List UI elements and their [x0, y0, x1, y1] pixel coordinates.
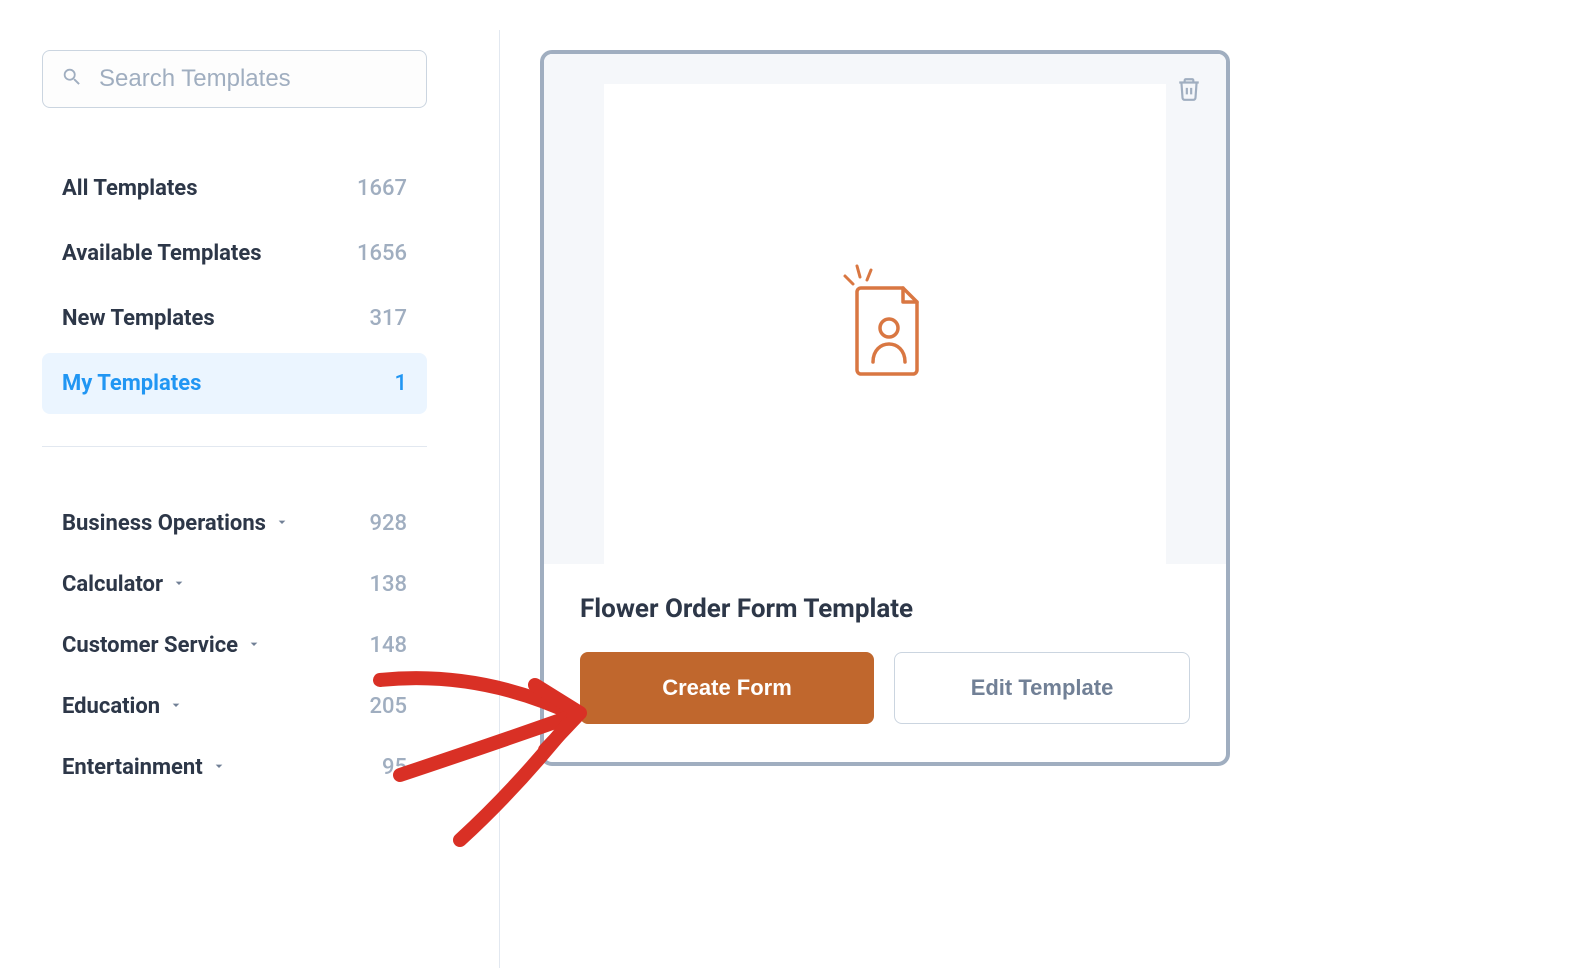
sidebar-divider	[42, 446, 427, 447]
chevron-down-icon	[171, 575, 187, 595]
category-count: 928	[369, 511, 407, 536]
chevron-down-icon	[246, 636, 262, 656]
button-row: Create Form Edit Template	[580, 652, 1190, 724]
template-preview-inner	[604, 84, 1166, 564]
nav-label: My Templates	[62, 371, 201, 396]
trash-icon[interactable]	[1176, 76, 1202, 102]
chevron-down-icon	[211, 758, 227, 778]
nav-count: 317	[369, 306, 407, 331]
category-item-calculator[interactable]: Calculator 138	[42, 556, 427, 613]
category-count: 138	[369, 572, 407, 597]
template-preview	[544, 54, 1226, 564]
nav-count: 1656	[357, 241, 407, 266]
search-input[interactable]	[99, 65, 408, 93]
search-box[interactable]	[42, 50, 427, 108]
category-label: Business Operations	[62, 511, 266, 536]
create-form-button[interactable]: Create Form	[580, 652, 874, 724]
search-icon	[61, 66, 83, 92]
nav-label: New Templates	[62, 306, 215, 331]
form-document-icon	[835, 262, 935, 386]
nav-count: 1667	[357, 176, 407, 201]
template-title: Flower Order Form Template	[580, 594, 1190, 624]
template-card-body: Flower Order Form Template Create Form E…	[544, 564, 1226, 762]
edit-template-button[interactable]: Edit Template	[894, 652, 1190, 724]
category-count: 205	[369, 694, 407, 719]
nav-label: Available Templates	[62, 241, 262, 266]
nav-count: 1	[394, 371, 407, 396]
nav-label: All Templates	[62, 176, 198, 201]
chevron-down-icon	[274, 514, 290, 534]
nav-item-new-templates[interactable]: New Templates 317	[42, 288, 427, 349]
category-label: Education	[62, 694, 160, 719]
category-count: 95	[382, 755, 407, 780]
nav-item-my-templates[interactable]: My Templates 1	[42, 353, 427, 414]
nav-item-all-templates[interactable]: All Templates 1667	[42, 158, 427, 219]
category-item-education[interactable]: Education 205	[42, 678, 427, 735]
chevron-down-icon	[168, 697, 184, 717]
category-item-entertainment[interactable]: Entertainment 95	[42, 739, 427, 796]
category-item-business-operations[interactable]: Business Operations 928	[42, 495, 427, 552]
category-label: Entertainment	[62, 755, 203, 780]
category-item-customer-service[interactable]: Customer Service 148	[42, 617, 427, 674]
category-list: Business Operations 928 Calculator 138	[20, 495, 449, 796]
main-content: Flower Order Form Template Create Form E…	[500, 30, 1580, 968]
category-label: Calculator	[62, 572, 163, 597]
sidebar: All Templates 1667 Available Templates 1…	[0, 30, 500, 968]
category-count: 148	[369, 633, 407, 658]
nav-item-available-templates[interactable]: Available Templates 1656	[42, 223, 427, 284]
template-nav-list: All Templates 1667 Available Templates 1…	[20, 158, 449, 414]
template-card: Flower Order Form Template Create Form E…	[540, 50, 1230, 766]
category-label: Customer Service	[62, 633, 238, 658]
